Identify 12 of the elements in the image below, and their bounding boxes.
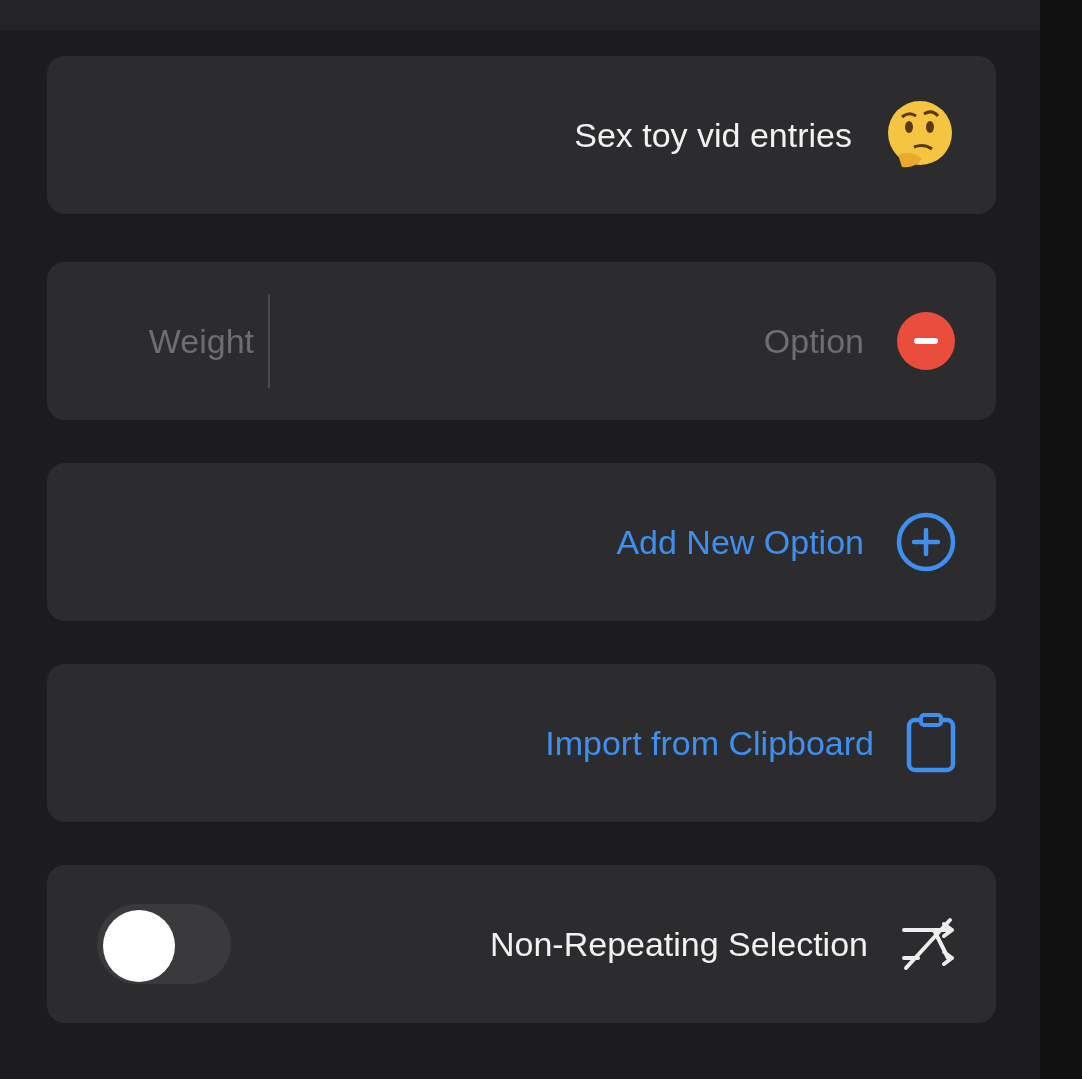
- shuffle-off-icon: [900, 916, 956, 972]
- action-label[interactable]: Import from Clipboard: [545, 723, 874, 763]
- action-label[interactable]: Add New Option: [616, 522, 864, 562]
- list-title: Sex toy vid entries: [574, 115, 852, 155]
- action-row[interactable]: Add New Option: [47, 463, 996, 621]
- add-icon[interactable]: [896, 512, 956, 572]
- remove-icon[interactable]: [896, 311, 956, 371]
- option-field[interactable]: Option: [284, 321, 864, 361]
- action-row[interactable]: Import from Clipboard: [47, 664, 996, 822]
- setting-label: Non-Repeating Selection: [489, 924, 868, 964]
- weight-field[interactable]: Weight: [114, 321, 254, 361]
- clipboard-icon[interactable]: [906, 713, 956, 773]
